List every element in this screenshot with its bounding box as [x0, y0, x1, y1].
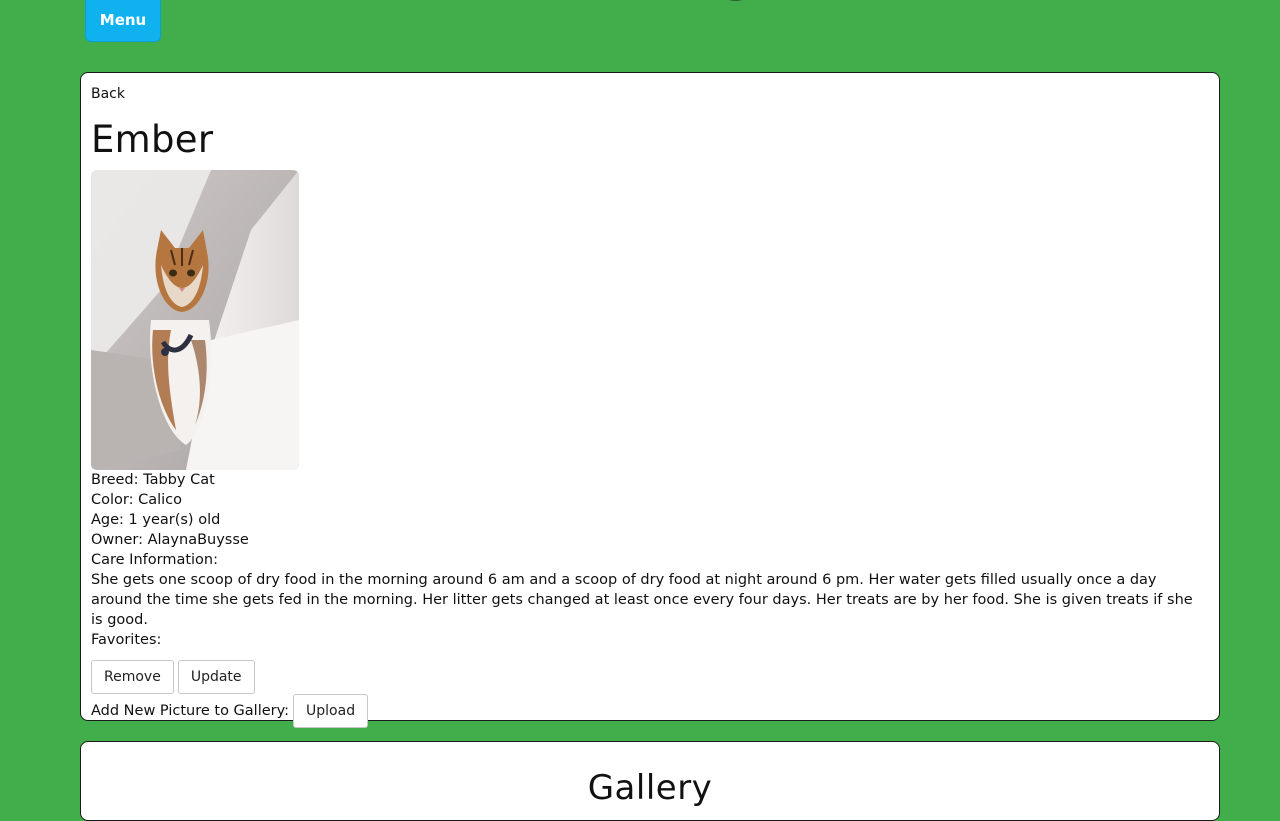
top-bar: Menu [0, 0, 1280, 72]
care-info-label: Care Information: [91, 552, 219, 568]
favorites-label: Favorites: [91, 632, 162, 648]
breed-text: Breed: Tabby Cat [91, 472, 215, 488]
color-text: Color: Calico [91, 492, 183, 508]
remove-button[interactable]: Remove [91, 660, 174, 694]
add-picture-label: Add New Picture to Gallery: [91, 703, 290, 719]
owner-text: Owner: AlaynaBuysse [91, 532, 249, 548]
pet-photo [91, 170, 299, 470]
update-button[interactable]: Update [177, 660, 255, 694]
pet-name-heading: Ember [91, 118, 214, 161]
menu-button[interactable]: Menu [85, 0, 161, 42]
gallery-card: Gallery [80, 741, 1220, 821]
pet-actions: Remove Update [91, 660, 1209, 694]
upload-button[interactable]: Upload [293, 694, 369, 728]
logo-icon [728, 0, 742, 1]
care-info-text: She gets one scoop of dry food in the mo… [91, 572, 1193, 628]
back-link[interactable]: Back [91, 86, 125, 102]
pet-detail-card: Back Ember Breed: Tabby Cat Color: Calic… [80, 72, 1220, 728]
gallery-title: Gallery [587, 768, 713, 808]
age-text: Age: 1 year(s) old [91, 512, 221, 528]
upload-row: Add New Picture to Gallery: Upload [91, 694, 1209, 728]
